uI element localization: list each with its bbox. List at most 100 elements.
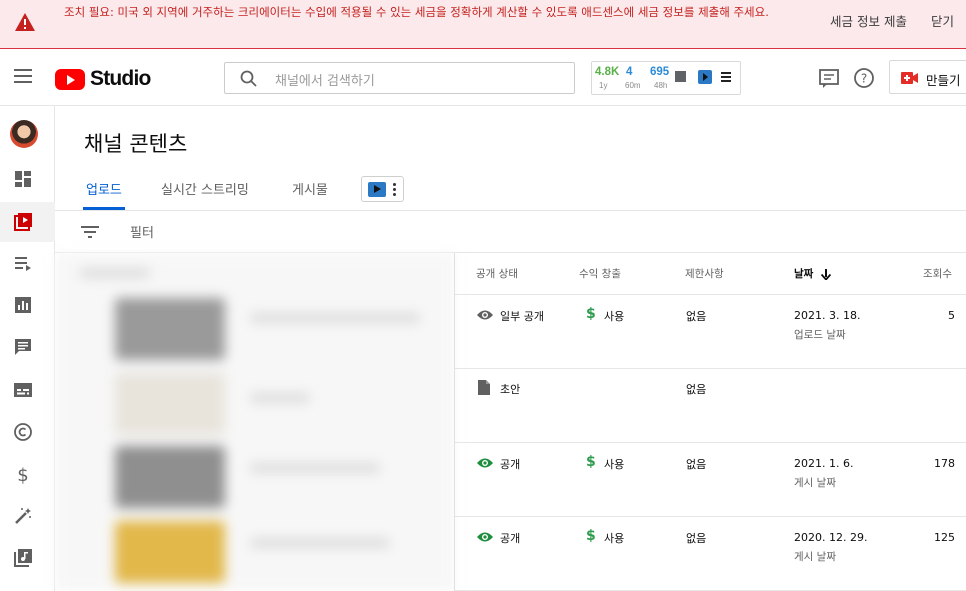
hamburger-menu-icon[interactable] [14, 69, 32, 83]
subtitles-icon [14, 383, 32, 397]
visibility-value[interactable]: 일부 공개 [500, 308, 544, 324]
search-icon [240, 70, 257, 87]
filter-icon [81, 226, 99, 238]
extension-menu-icon[interactable] [721, 72, 731, 84]
left-sidebar: $ [0, 106, 55, 591]
extension-play-icon [368, 182, 386, 197]
stats-extension-widget[interactable]: 4.8K 1y 4 60m 695 48h [591, 61, 741, 95]
sidebar-item-analytics[interactable] [0, 285, 55, 325]
visibility-value[interactable]: 초안 [500, 381, 520, 397]
ext-recent-period: 48h [654, 81, 668, 90]
table-row[interactable]: 초안 없음 [455, 369, 966, 443]
sidebar-item-audio-library[interactable] [0, 538, 55, 578]
warning-icon [15, 13, 35, 31]
sidebar-item-subtitles[interactable] [0, 370, 55, 410]
views-value: 5 [948, 309, 955, 322]
svg-text:$: $ [17, 465, 28, 484]
sort-arrow-down-icon[interactable] [821, 269, 831, 280]
tab-uploads[interactable]: 업로드 [86, 179, 122, 198]
dollar-icon: $ [586, 528, 596, 544]
content-icon [14, 213, 32, 231]
ext-views-period: 1y [599, 81, 608, 90]
restrictions-value: 없음 [686, 383, 707, 396]
playlists-icon [15, 257, 31, 271]
column-header-restrictions[interactable]: 제한사항 [685, 266, 724, 281]
date-label: 게시 날짜 [794, 477, 836, 489]
table-row[interactable]: 일부 공개 $ 사용 없음 2021. 3. 18. 업로드 날짜 5 [455, 295, 966, 369]
page-title: 채널 콘텐츠 [84, 132, 188, 156]
create-button-label: 만들기 [926, 73, 961, 88]
create-button[interactable]: 만들기 [889, 60, 966, 94]
audio-library-icon [14, 549, 32, 567]
video-camera-icon [901, 72, 918, 84]
bar-chart-icon[interactable] [675, 71, 686, 82]
date-value: 2020. 12. 29. [794, 531, 868, 544]
sidebar-item-comments[interactable] [0, 327, 55, 367]
date-value: 2021. 3. 18. [794, 309, 861, 322]
restrictions-value: 없음 [686, 310, 707, 323]
monetization-value[interactable]: 사용 [604, 530, 624, 546]
column-header-views[interactable]: 조회수 [923, 266, 952, 281]
ext-recent-value: 695 [650, 66, 670, 78]
date-value: 2021. 1. 6. [794, 457, 854, 470]
monetization-value[interactable]: 사용 [604, 456, 624, 472]
column-header-monetization[interactable]: 수익 창출 [579, 266, 621, 281]
ext-realtime-value: 4 [626, 66, 633, 78]
video-list-blurred [55, 253, 454, 591]
eye-icon [477, 458, 493, 468]
sidebar-item-content[interactable] [0, 202, 55, 242]
more-vert-icon [393, 183, 396, 198]
main-content: 채널 콘텐츠 업로드 실시간 스트리밍 게시물 필터 공개 상태 수익 창출 제… [55, 106, 966, 591]
monetization-value[interactable]: 사용 [604, 308, 624, 324]
tab-posts[interactable]: 게시물 [292, 179, 328, 198]
table-row[interactable]: 공개 $ 사용 없음 2020. 12. 29. 게시 날짜 125 [455, 517, 966, 591]
logo-text: Studio [90, 67, 151, 90]
banner-message: 조치 필요: 미국 외 지역에 거주하는 크리에이터는 수입에 적용될 수 있는… [64, 5, 769, 19]
views-value: 125 [934, 531, 955, 544]
extension-play-icon[interactable] [698, 70, 712, 84]
sidebar-item-playlists[interactable] [0, 243, 55, 283]
column-header-date[interactable]: 날짜 [794, 266, 813, 281]
extension-tab-button[interactable] [361, 176, 404, 202]
table-row[interactable]: 공개 $ 사용 없음 2021. 1. 6. 게시 날짜 178 [455, 443, 966, 517]
youtube-logo-icon [55, 68, 85, 90]
channel-search-box[interactable]: 채널에서 검색하기 [224, 62, 575, 94]
table-header: 공개 상태 수익 창출 제한사항 날짜 조회수 [455, 253, 966, 295]
eye-icon [477, 310, 493, 320]
feedback-icon[interactable] [818, 67, 840, 89]
dollar-icon: $ [586, 454, 596, 470]
visibility-value[interactable]: 공개 [500, 530, 520, 546]
copyright-icon [14, 423, 32, 441]
draft-icon [478, 380, 490, 395]
restrictions-value: 없음 [686, 532, 707, 545]
channel-avatar[interactable] [10, 120, 38, 148]
tax-alert-banner: 조치 필요: 미국 외 지역에 거주하는 크리에이터는 수입에 적용될 수 있는… [0, 0, 966, 49]
sidebar-item-dashboard[interactable] [0, 159, 55, 199]
date-label: 업로드 날짜 [794, 329, 846, 341]
views-value: 178 [934, 457, 955, 470]
visibility-value[interactable]: 공개 [500, 456, 520, 472]
dollar-icon: $ [586, 306, 596, 322]
help-icon[interactable]: ? [853, 67, 875, 89]
search-placeholder: 채널에서 검색하기 [275, 74, 375, 89]
svg-text:?: ? [861, 72, 867, 86]
ext-realtime-period: 60m [625, 81, 641, 90]
content-tabs: 업로드 실시간 스트리밍 게시물 [55, 166, 966, 211]
studio-logo[interactable]: Studio [55, 67, 151, 91]
sidebar-item-monetization[interactable]: $ [0, 454, 55, 494]
filter-bar[interactable]: 필터 [55, 211, 966, 253]
comments-icon [15, 339, 31, 355]
close-banner-button[interactable]: 닫기 [931, 11, 954, 30]
customization-icon [15, 508, 31, 524]
ext-views-value: 4.8K [595, 66, 620, 78]
sidebar-item-copyright[interactable] [0, 412, 55, 452]
restrictions-value: 없음 [686, 458, 707, 471]
sidebar-item-customization[interactable] [0, 496, 55, 536]
dashboard-icon [15, 171, 31, 187]
filter-label: 필터 [130, 226, 154, 241]
tab-live-streaming[interactable]: 실시간 스트리밍 [161, 179, 249, 198]
eye-icon [477, 532, 493, 542]
column-header-visibility[interactable]: 공개 상태 [476, 266, 518, 281]
submit-tax-info-button[interactable]: 세금 정보 제출 [830, 11, 907, 30]
top-header: Studio 채널에서 검색하기 4.8K 1y 4 60m 695 48h ? [0, 49, 966, 106]
